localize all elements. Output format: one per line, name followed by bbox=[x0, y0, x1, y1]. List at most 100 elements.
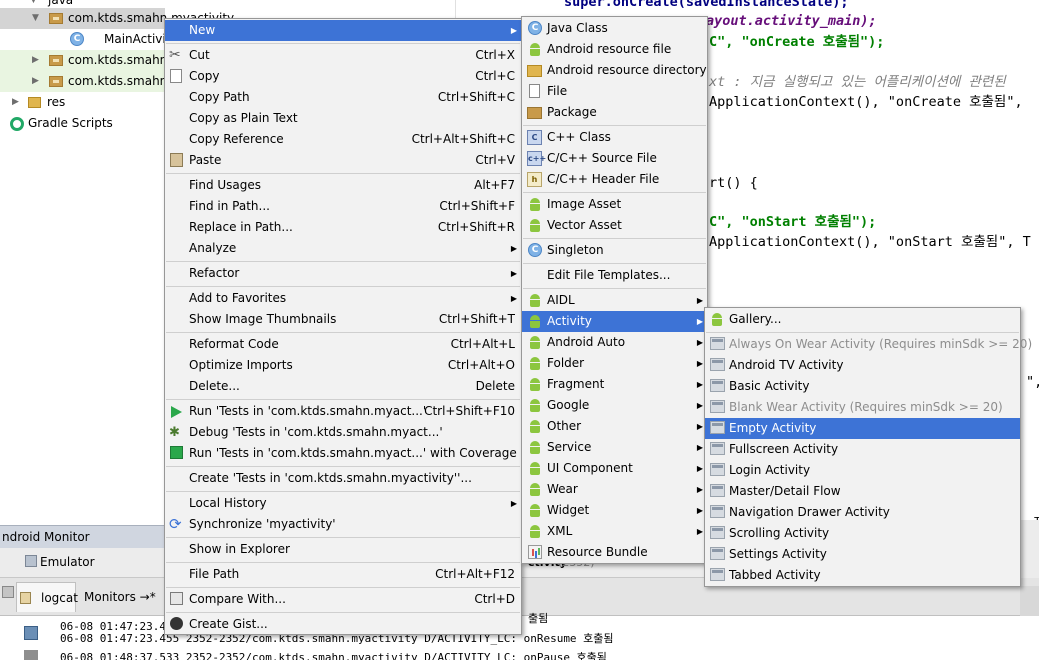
android-icon bbox=[528, 440, 542, 455]
run-icon bbox=[171, 406, 182, 418]
monitor-right-edge bbox=[1020, 586, 1039, 616]
menu-item-login-activity[interactable]: Login Activity bbox=[705, 460, 1020, 481]
menu-item-cpp-header-file[interactable]: h C/C++ Header File bbox=[522, 169, 707, 190]
menu-item-blank-wear-activity: Blank Wear Activity (Requires minSdk >= … bbox=[705, 397, 1020, 418]
menu-item-synchronize[interactable]: ⟳ Synchronize 'myactivity' bbox=[165, 514, 521, 535]
menu-item-find-in-path[interactable]: Find in Path... Ctrl+Shift+F bbox=[165, 196, 521, 217]
menu-item-tabbed-activity[interactable]: Tabbed Activity bbox=[705, 565, 1020, 586]
menu-item-scrolling-activity[interactable]: Scrolling Activity bbox=[705, 523, 1020, 544]
menu-item-android-resource-file[interactable]: Android resource file bbox=[522, 39, 707, 60]
camera-icon[interactable] bbox=[2, 586, 14, 598]
device-icon bbox=[25, 555, 37, 567]
tab-logcat[interactable]: logcat bbox=[16, 582, 78, 612]
submenu-arrow-icon: ▶ bbox=[696, 296, 703, 305]
menu-item-reformat-code[interactable]: Reformat Code Ctrl+Alt+L bbox=[165, 334, 521, 355]
menu-item-navigation-drawer-activity[interactable]: Navigation Drawer Activity bbox=[705, 502, 1020, 523]
menu-item-analyze[interactable]: Analyze ▶ bbox=[165, 238, 521, 259]
menu-item-create-gist[interactable]: Create Gist... bbox=[165, 614, 521, 635]
menu-item-empty-activity[interactable]: Empty Activity bbox=[705, 418, 1020, 439]
menu-item-vector-asset[interactable]: Vector Asset bbox=[522, 215, 707, 236]
menu-item-copy[interactable]: Copy Ctrl+C bbox=[165, 66, 521, 87]
activity-template-icon bbox=[710, 421, 725, 434]
menu-item-new[interactable]: New ▶ bbox=[165, 20, 521, 41]
menu-item-refactor[interactable]: Refactor ▶ bbox=[165, 263, 521, 284]
collapse-arrow-icon[interactable]: ▶ bbox=[12, 92, 19, 113]
menu-item-run-with-coverage[interactable]: Run 'Tests in 'com.ktds.smahn.myact...' … bbox=[165, 443, 521, 464]
menu-separator bbox=[166, 286, 520, 287]
clear-log-icon[interactable] bbox=[24, 626, 38, 640]
code-line: ApplicationContext(), "onCreate 호출됨", bbox=[709, 94, 1023, 110]
menu-item-fragment[interactable]: Fragment ▶ bbox=[522, 374, 707, 395]
menu-item-folder[interactable]: Folder ▶ bbox=[522, 353, 707, 374]
menu-item-singleton[interactable]: C Singleton bbox=[522, 240, 707, 261]
menu-item-copy-plain-text[interactable]: Copy as Plain Text bbox=[165, 108, 521, 129]
menu-item-show-in-explorer[interactable]: Show in Explorer bbox=[165, 539, 521, 560]
menu-item-android-tv-activity[interactable]: Android TV Activity bbox=[705, 355, 1020, 376]
tree-item-gradle-scripts[interactable]: Gradle Scripts bbox=[0, 113, 165, 134]
file-icon bbox=[529, 84, 540, 98]
menu-item-compare-with[interactable]: Compare With... Ctrl+D bbox=[165, 589, 521, 610]
android-icon bbox=[528, 377, 542, 392]
menu-item-cut[interactable]: ✂ Cut Ctrl+X bbox=[165, 45, 521, 66]
menu-item-copy-reference[interactable]: Copy Reference Ctrl+Alt+Shift+C bbox=[165, 129, 521, 150]
menu-item-file-path[interactable]: File Path Ctrl+Alt+F12 bbox=[165, 564, 521, 585]
menu-item-ui-component[interactable]: UI Component ▶ bbox=[522, 458, 707, 479]
menu-item-copy-path[interactable]: Copy Path Ctrl+Shift+C bbox=[165, 87, 521, 108]
menu-item-delete[interactable]: Delete... Delete bbox=[165, 376, 521, 397]
menu-item-optimize-imports[interactable]: Optimize Imports Ctrl+Alt+O bbox=[165, 355, 521, 376]
android-icon bbox=[528, 314, 542, 329]
menu-item-master-detail-flow[interactable]: Master/Detail Flow bbox=[705, 481, 1020, 502]
resource-folder-icon bbox=[28, 97, 41, 108]
menu-item-widget[interactable]: Widget ▶ bbox=[522, 500, 707, 521]
scroll-end-icon[interactable] bbox=[24, 650, 38, 660]
expand-arrow-icon[interactable]: ▼ bbox=[32, 8, 39, 29]
menu-item-aidl[interactable]: AIDL ▶ bbox=[522, 290, 707, 311]
menu-item-fullscreen-activity[interactable]: Fullscreen Activity bbox=[705, 439, 1020, 460]
menu-item-add-to-favorites[interactable]: Add to Favorites ▶ bbox=[165, 288, 521, 309]
menu-item-show-image-thumbnails[interactable]: Show Image Thumbnails Ctrl+Shift+T bbox=[165, 309, 521, 330]
menu-item-resource-bundle[interactable]: Resource Bundle bbox=[522, 542, 707, 563]
menu-item-basic-activity[interactable]: Basic Activity bbox=[705, 376, 1020, 397]
menu-item-xml[interactable]: XML ▶ bbox=[522, 521, 707, 542]
menu-item-debug-tests[interactable]: ✱ Debug 'Tests in 'com.ktds.smahn.myact.… bbox=[165, 422, 521, 443]
menu-item-java-class[interactable]: C Java Class bbox=[522, 18, 707, 39]
menu-item-other[interactable]: Other ▶ bbox=[522, 416, 707, 437]
tree-item-package-test[interactable]: ▶ com.ktds.smahn.myactivity bbox=[0, 71, 234, 92]
menu-item-file[interactable]: File bbox=[522, 81, 707, 102]
menu-item-cpp-class[interactable]: C C++ Class bbox=[522, 127, 707, 148]
menu-item-settings-activity[interactable]: Settings Activity bbox=[705, 544, 1020, 565]
menu-item-service[interactable]: Service ▶ bbox=[522, 437, 707, 458]
menu-item-package[interactable]: Package bbox=[522, 102, 707, 123]
menu-item-cpp-source-file[interactable]: c++ C/C++ Source File bbox=[522, 148, 707, 169]
menu-item-wear[interactable]: Wear ▶ bbox=[522, 479, 707, 500]
menu-separator bbox=[166, 466, 520, 467]
menu-item-run-tests[interactable]: Run 'Tests in 'com.ktds.smahn.myact...' … bbox=[165, 401, 521, 422]
menu-item-replace-in-path[interactable]: Replace in Path... Ctrl+Shift+R bbox=[165, 217, 521, 238]
menu-separator bbox=[166, 43, 520, 44]
android-icon bbox=[528, 461, 542, 476]
menu-item-google[interactable]: Google ▶ bbox=[522, 395, 707, 416]
menu-item-image-asset[interactable]: Image Asset bbox=[522, 194, 707, 215]
collapse-arrow-icon[interactable]: ▶ bbox=[32, 71, 39, 92]
menu-item-find-usages[interactable]: Find Usages Alt+F7 bbox=[165, 175, 521, 196]
tree-item-package-main[interactable]: ▼ com.ktds.smahn.myactivity bbox=[0, 8, 234, 29]
menu-item-gallery[interactable]: Gallery... bbox=[705, 309, 1020, 330]
collapse-arrow-icon[interactable]: ▶ bbox=[32, 50, 39, 71]
menu-item-local-history[interactable]: Local History ▶ bbox=[165, 493, 521, 514]
android-icon bbox=[528, 419, 542, 434]
menu-item-paste[interactable]: Paste Ctrl+V bbox=[165, 150, 521, 171]
resource-bundle-icon bbox=[528, 545, 542, 559]
tree-item-res[interactable]: ▶ res bbox=[0, 92, 165, 113]
menu-item-android-resource-directory[interactable]: Android resource directory bbox=[522, 60, 707, 81]
menu-item-create-tests[interactable]: Create 'Tests in 'com.ktds.smahn.myactiv… bbox=[165, 468, 521, 489]
tree-item-package-android-test[interactable]: ▶ com.ktds.smahn.myactivity bbox=[0, 50, 234, 71]
tab-monitors[interactable]: Monitors →* bbox=[80, 582, 160, 612]
log-line: 06-08 01:48:37.533 2352-2352/com.ktds.sm… bbox=[60, 651, 607, 660]
menu-item-activity[interactable]: Activity ▶ bbox=[522, 311, 707, 332]
submenu-arrow-icon: ▶ bbox=[696, 422, 703, 431]
menu-separator bbox=[166, 587, 520, 588]
menu-item-edit-file-templates[interactable]: Edit File Templates... bbox=[522, 265, 707, 286]
submenu-arrow-icon: ▶ bbox=[696, 317, 703, 326]
menu-item-android-auto[interactable]: Android Auto ▶ bbox=[522, 332, 707, 353]
tree-item-mainactivity[interactable]: C MainActivity bbox=[0, 29, 178, 50]
